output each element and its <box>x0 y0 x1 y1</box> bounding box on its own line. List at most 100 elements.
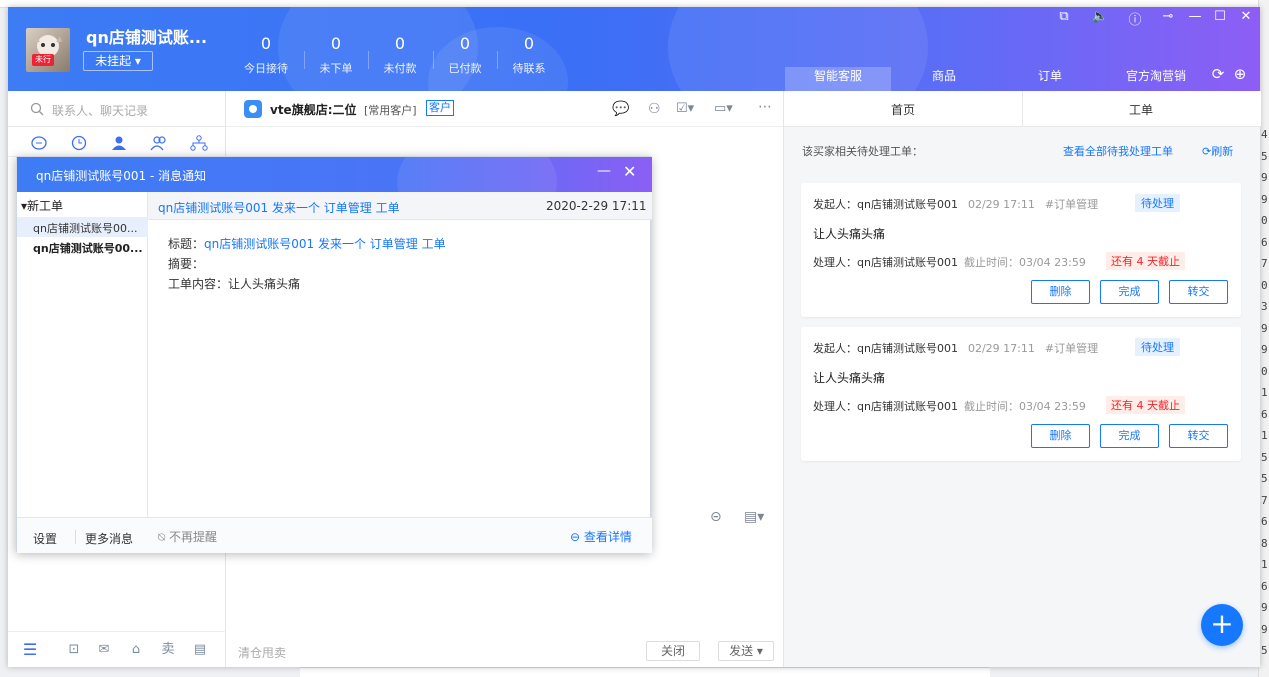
tree-root-label: 新工单 <box>27 199 64 213</box>
pin-icon[interactable]: ⊸ <box>1158 9 1178 24</box>
title-value[interactable]: qn店铺测试账号001 发来一个 订单管理 工单 <box>204 237 446 251</box>
edge-digit: 0 <box>1261 278 1268 292</box>
task-icon[interactable]: ☑▾ <box>676 101 694 116</box>
card-handler-row: 处理人：qn店铺测试账号001 截止时间：03/04 23:59 <box>813 254 1086 270</box>
store-icon[interactable]: ⌂ <box>128 642 144 658</box>
refresh-button[interactable]: ⟳刷新 <box>1202 143 1233 159</box>
tab-work-orders[interactable]: 工单 <box>1022 101 1260 118</box>
emoji-bubble-icon[interactable]: 💬 <box>612 101 629 117</box>
popup-content: qn店铺测试账号001 发来一个 订单管理 工单 2020-2-29 17:11… <box>148 192 652 517</box>
title-label: 标题： <box>168 237 205 251</box>
add-fab-button[interactable]: + <box>1201 604 1243 646</box>
send-button[interactable]: 发送 ▾ <box>718 641 774 661</box>
stat-paid[interactable]: 0 已付款 <box>433 34 497 76</box>
message-header: qn店铺测试账号001 发来一个 订单管理 工单 2020-2-29 17:11 <box>148 192 652 220</box>
transfer-button[interactable]: 转交 <box>1169 424 1228 448</box>
search-input[interactable]: 联系人、聊天记录 <box>52 102 148 119</box>
tab-smart-service[interactable]: 智能客服 <box>785 67 891 91</box>
view-detail-link[interactable]: ⊖ 查看详情 <box>570 528 632 545</box>
edge-digit: 9 <box>1261 192 1268 206</box>
message-title-row: 标题：qn店铺测试账号001 发来一个 订单管理 工单 <box>168 235 446 252</box>
edge-digit: 8 <box>1261 536 1268 550</box>
user-icon[interactable] <box>110 135 128 151</box>
tab-products[interactable]: 商品 <box>891 67 997 91</box>
video-icon[interactable]: ▭▾ <box>714 101 733 116</box>
more-circle-icon: ⊖ <box>570 530 581 544</box>
sell-icon[interactable]: 卖 <box>160 642 176 658</box>
minimize-icon[interactable]: — <box>597 163 611 179</box>
settings-link[interactable]: 设置 <box>33 530 57 547</box>
complete-button[interactable]: 完成 <box>1100 424 1159 448</box>
tab-marketing[interactable]: 官方淘营销 <box>1103 67 1209 91</box>
card-date: 02/29 17:11 <box>967 198 1035 211</box>
finance-icon[interactable]: ⊡ <box>66 642 82 658</box>
avatar[interactable]: 未行 <box>26 28 70 72</box>
more-messages-link[interactable]: 更多消息 <box>85 530 133 547</box>
complete-button[interactable]: 完成 <box>1100 280 1159 304</box>
stat-today[interactable]: 0 今日接待 <box>234 34 298 76</box>
edge-digit: 5 <box>1261 450 1268 464</box>
edge-digit: 6 <box>1261 515 1268 528</box>
status-badge: 待处理 <box>1135 338 1180 356</box>
status-label: 未挂起 <box>95 54 132 68</box>
org-icon[interactable] <box>190 135 208 151</box>
view-all-link[interactable]: 查看全部待我处理工单 <box>1063 143 1173 159</box>
quick-reply-icon[interactable]: ⊝ <box>710 509 722 525</box>
card-meta: 发起人：qn店铺测试账号001 02/29 17:11 #订单管理 <box>813 196 1098 212</box>
delete-button[interactable]: 删除 <box>1031 424 1090 448</box>
card-title: 让人头痛头痛 <box>813 371 886 385</box>
volume-icon[interactable]: 🔈 <box>1090 9 1110 24</box>
history-icon[interactable]: ▤▾ <box>744 509 764 525</box>
maximize-icon[interactable]: ☐ <box>1210 9 1230 24</box>
stat-unpaid[interactable]: 0 未付款 <box>368 34 432 76</box>
tree-item[interactable]: qn店铺测试账号00... <box>33 240 148 256</box>
card-initiator: 发起人：qn店铺测试账号001 <box>813 342 958 355</box>
mute-button[interactable]: ⍉ 不再提醒 <box>158 528 217 545</box>
add-icon[interactable]: ⊕ <box>1230 65 1250 83</box>
status-dropdown[interactable]: 未挂起 ▾ <box>83 51 153 71</box>
edge-digit: 0 <box>1261 214 1268 227</box>
send-label: 发送 <box>729 644 754 658</box>
message-link[interactable]: qn店铺测试账号001 发来一个 订单管理 工单 <box>158 199 400 216</box>
close-icon[interactable]: ✕ <box>1236 9 1256 24</box>
group-icon[interactable] <box>150 135 168 151</box>
minimize-icon[interactable]: — <box>1185 9 1205 24</box>
more-icon[interactable]: ⋯ <box>758 99 772 115</box>
card-category: #订单管理 <box>1044 198 1099 211</box>
transfer-button[interactable]: 转交 <box>1169 280 1228 304</box>
delete-button[interactable]: 删除 <box>1031 280 1090 304</box>
stat-no-order[interactable]: 0 未下单 <box>304 34 368 76</box>
mail-icon[interactable]: ✉ <box>96 642 112 658</box>
add-contact-icon[interactable]: ⚇ <box>648 101 661 117</box>
chat-icon[interactable] <box>30 135 48 151</box>
tab-home[interactable]: 首页 <box>784 101 1022 118</box>
help-icon[interactable]: ⓘ <box>1125 9 1145 28</box>
stat-to-contact[interactable]: 0 待联系 <box>497 34 561 76</box>
stat-value: 0 <box>260 34 272 53</box>
customer-badge[interactable]: 客户 <box>426 100 454 116</box>
search-bar[interactable]: 联系人、聊天记录 <box>8 91 226 127</box>
refresh-icon[interactable]: ⟳ <box>1208 65 1228 83</box>
work-order-panel: 首页 工单 该买家相关待处理工单： 查看全部待我处理工单 ⟳刷新 发起人：qn店… <box>783 91 1261 667</box>
popup-sidebar: ▾新工单 qn店铺测试账号00... qn店铺测试账号00... <box>17 192 148 517</box>
tab-orders[interactable]: 订单 <box>997 67 1103 91</box>
edge-digit: 5 <box>1261 644 1268 657</box>
menu-icon[interactable]: ☰ <box>22 642 38 658</box>
popup-title: qn店铺测试账号001 - 消息通知 <box>36 169 207 183</box>
clock-icon[interactable] <box>70 135 88 151</box>
skin-icon[interactable]: ⧉ <box>1054 9 1074 24</box>
edge-digit: 6 <box>1261 235 1268 249</box>
tree-item[interactable]: qn店铺测试账号00... <box>33 220 148 236</box>
tree-root[interactable]: ▾新工单 <box>21 197 63 214</box>
message-input[interactable]: 清仓甩卖 <box>238 644 286 661</box>
close-button[interactable]: 关闭 <box>646 641 700 661</box>
edge-digit: 3 <box>1261 300 1268 313</box>
message-time: 2020-2-29 17:11 <box>546 199 647 213</box>
notification-popup: qn店铺测试账号001 - 消息通知 — ✕ ▾新工单 qn店铺测试账号00..… <box>16 156 652 553</box>
content-label: 工单内容：让人头痛头痛 <box>168 277 301 291</box>
background-window-bottom <box>300 667 990 677</box>
layout-icon[interactable]: ▤ <box>192 642 208 658</box>
close-icon[interactable]: ✕ <box>623 162 636 181</box>
card-deadline: 截止时间：03/04 23:59 <box>963 400 1086 413</box>
edge-digit: 5 <box>1261 472 1268 485</box>
